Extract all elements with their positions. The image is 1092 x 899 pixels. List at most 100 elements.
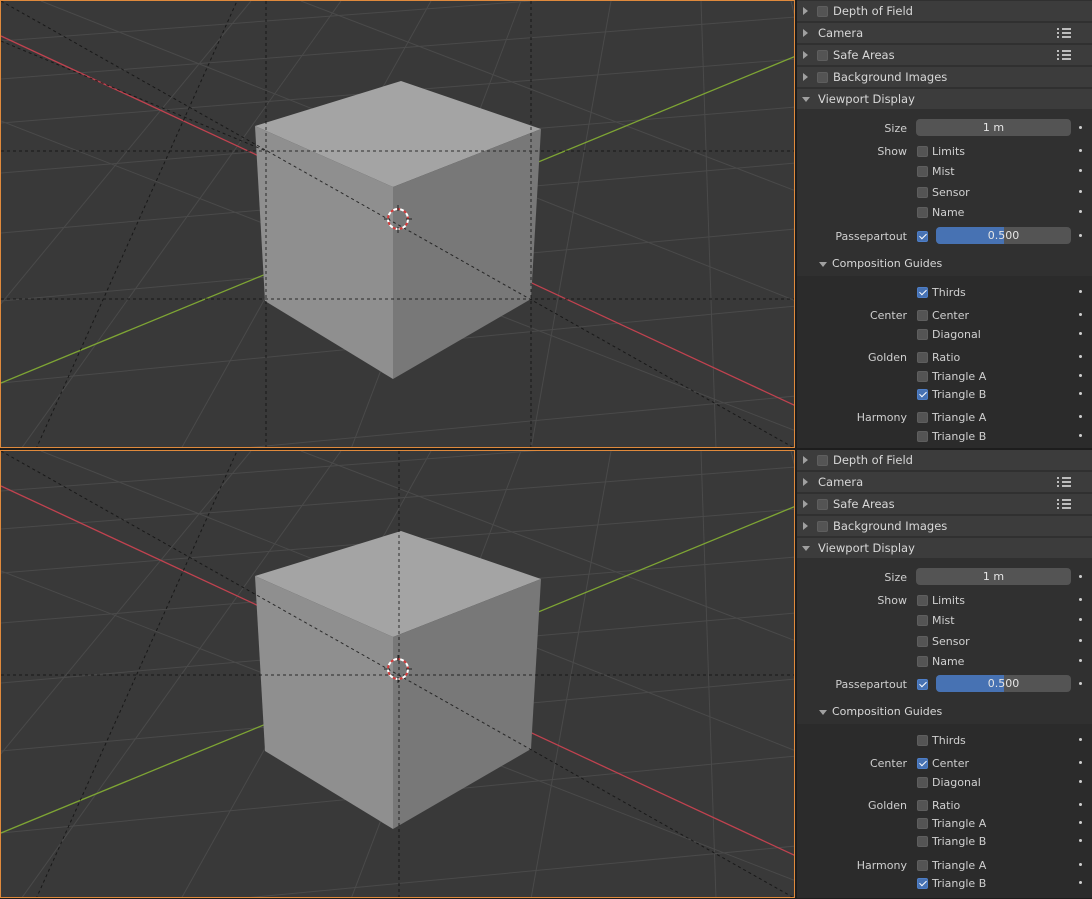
size-field[interactable]: 1 m [916,568,1071,585]
thirds-row: Thirds [797,282,1092,302]
section-background-images[interactable]: Background Images [797,516,1092,536]
mist-checkbox[interactable] [917,166,928,177]
keyframe-dot-icon[interactable] [1079,313,1082,316]
section-depth-of-field[interactable]: Depth of Field [797,450,1092,470]
keyframe-dot-icon[interactable] [1079,169,1082,172]
subsection-composition-guides[interactable]: Composition Guides [797,254,1092,274]
safe-areas-checkbox[interactable] [817,499,828,510]
diagonal-checkbox[interactable] [917,329,928,340]
golden-ratio-label: Ratio [932,799,961,812]
expand-arrow-icon[interactable] [803,73,808,81]
expand-arrow-icon[interactable] [803,29,808,37]
section-viewport-display[interactable]: Viewport Display [797,89,1092,109]
keyframe-dot-icon[interactable] [1079,682,1082,685]
presets-list-icon[interactable] [1057,498,1071,510]
collapse-arrow-icon[interactable] [819,262,827,267]
section-background-images[interactable]: Background Images [797,67,1092,87]
section-camera[interactable]: Camera [797,23,1092,43]
golden-triangle-b-checkbox[interactable] [917,836,928,847]
keyframe-dot-icon[interactable] [1079,234,1082,237]
harmony-triangle-a-row: Harmony Triangle A [797,407,1092,427]
name-checkbox[interactable] [917,656,928,667]
section-safe-areas[interactable]: Safe Areas [797,494,1092,514]
section-camera[interactable]: Camera [797,472,1092,492]
keyframe-dot-icon[interactable] [1079,639,1082,642]
section-label: Background Images [833,70,948,84]
harmony-triangle-b-checkbox[interactable] [917,431,928,442]
diagonal-label: Diagonal [932,328,981,341]
background-images-checkbox[interactable] [817,521,828,532]
keyframe-dot-icon[interactable] [1079,290,1082,293]
limits-checkbox[interactable] [917,595,928,606]
golden-triangle-a-checkbox[interactable] [917,818,928,829]
keyframe-dot-icon[interactable] [1079,839,1082,842]
golden-triangle-b-checkbox[interactable] [917,389,928,400]
background-images-checkbox[interactable] [817,72,828,83]
keyframe-dot-icon[interactable] [1079,190,1082,193]
keyframe-dot-icon[interactable] [1079,659,1082,662]
subsection-label: Composition Guides [832,705,943,718]
golden-ratio-checkbox[interactable] [917,352,928,363]
keyframe-dot-icon[interactable] [1079,392,1082,395]
section-safe-areas[interactable]: Safe Areas [797,45,1092,65]
keyframe-dot-icon[interactable] [1079,821,1082,824]
sensor-checkbox[interactable] [917,187,928,198]
keyframe-dot-icon[interactable] [1079,374,1082,377]
section-depth-of-field[interactable]: Depth of Field [797,1,1092,21]
section-viewport-display[interactable]: Viewport Display [797,538,1092,558]
3d-viewport[interactable] [0,450,795,898]
safe-areas-checkbox[interactable] [817,50,828,61]
presets-list-icon[interactable] [1057,49,1071,61]
passepartout-checkbox[interactable] [917,679,928,690]
subsection-composition-guides[interactable]: Composition Guides [797,702,1092,722]
presets-list-icon[interactable] [1057,27,1071,39]
collapse-arrow-icon[interactable] [802,97,810,102]
center-checkbox[interactable] [917,758,928,769]
keyframe-dot-icon[interactable] [1079,149,1082,152]
keyframe-dot-icon[interactable] [1079,881,1082,884]
passepartout-alpha-slider[interactable]: 0.500 [936,227,1071,244]
harmony-triangle-a-checkbox[interactable] [917,860,928,871]
keyframe-dot-icon[interactable] [1079,863,1082,866]
keyframe-dot-icon[interactable] [1079,738,1082,741]
golden-ratio-checkbox[interactable] [917,800,928,811]
thirds-checkbox[interactable] [917,735,928,746]
keyframe-dot-icon[interactable] [1079,415,1082,418]
keyframe-dot-icon[interactable] [1079,780,1082,783]
expand-arrow-icon[interactable] [803,456,808,464]
expand-arrow-icon[interactable] [803,51,808,59]
keyframe-dot-icon[interactable] [1079,210,1082,213]
expand-arrow-icon[interactable] [803,478,808,486]
harmony-triangle-a-checkbox[interactable] [917,412,928,423]
keyframe-dot-icon[interactable] [1079,332,1082,335]
keyframe-dot-icon[interactable] [1079,598,1082,601]
sensor-checkbox[interactable] [917,636,928,647]
expand-arrow-icon[interactable] [803,500,808,508]
collapse-arrow-icon[interactable] [819,710,827,715]
passepartout-alpha-slider[interactable]: 0.500 [936,675,1071,692]
keyframe-dot-icon[interactable] [1079,761,1082,764]
presets-list-icon[interactable] [1057,476,1071,488]
expand-arrow-icon[interactable] [803,7,808,15]
mist-checkbox[interactable] [917,615,928,626]
depth-of-field-checkbox[interactable] [817,6,828,17]
limits-checkbox[interactable] [917,146,928,157]
thirds-checkbox[interactable] [917,287,928,298]
center-checkbox[interactable] [917,310,928,321]
3d-viewport[interactable] [0,0,795,448]
keyframe-dot-icon[interactable] [1079,575,1082,578]
collapse-arrow-icon[interactable] [802,546,810,551]
keyframe-dot-icon[interactable] [1079,355,1082,358]
expand-arrow-icon[interactable] [803,522,808,530]
harmony-triangle-b-checkbox[interactable] [917,878,928,889]
size-field[interactable]: 1 m [916,119,1071,136]
passepartout-checkbox[interactable] [917,231,928,242]
keyframe-dot-icon[interactable] [1079,618,1082,621]
diagonal-checkbox[interactable] [917,777,928,788]
golden-triangle-a-checkbox[interactable] [917,371,928,382]
name-checkbox[interactable] [917,207,928,218]
depth-of-field-checkbox[interactable] [817,455,828,466]
keyframe-dot-icon[interactable] [1079,803,1082,806]
keyframe-dot-icon[interactable] [1079,434,1082,437]
keyframe-dot-icon[interactable] [1079,126,1082,129]
